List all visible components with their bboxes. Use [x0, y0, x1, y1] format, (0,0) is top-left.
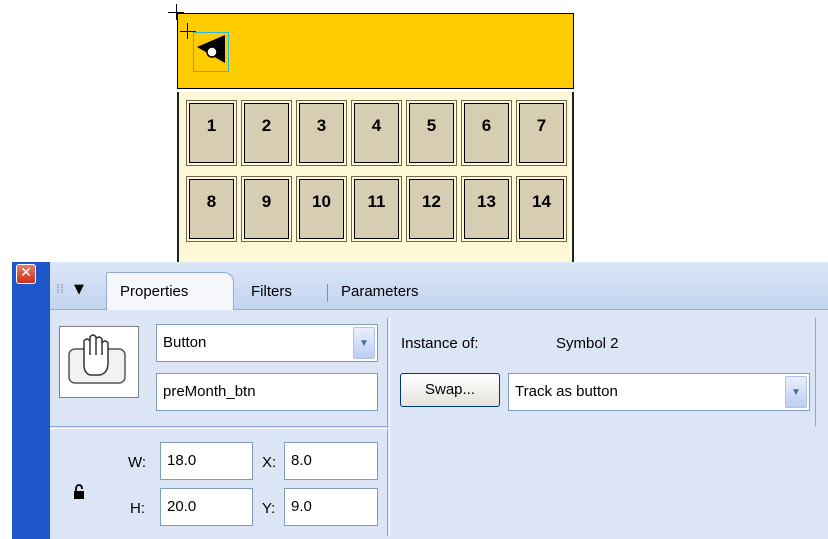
height-value: 20.0 — [167, 498, 197, 515]
instance-of-value: Symbol 2 — [556, 335, 619, 352]
day-cell[interactable]: 11 — [351, 176, 402, 242]
section-divider — [387, 318, 388, 536]
width-value: 18.0 — [167, 452, 197, 469]
instance-of-label: Instance of: — [401, 335, 479, 352]
day-cell[interactable]: 10 — [296, 176, 347, 242]
y-value: 9.0 — [291, 498, 312, 515]
calendar-header-bar[interactable] — [177, 13, 574, 89]
chevron-down-icon[interactable]: ▼ — [353, 327, 375, 359]
button-symbol-icon — [68, 334, 126, 384]
chevron-down-icon[interactable]: ▼ — [785, 376, 807, 408]
width-field[interactable]: 18.0 — [160, 442, 253, 480]
height-label: H: — [130, 500, 145, 517]
day-cell[interactable]: 3 — [296, 100, 347, 166]
symbol-behavior-value: Button — [163, 334, 207, 351]
x-label: X: — [262, 454, 277, 471]
day-cell[interactable]: 7 — [516, 100, 567, 166]
panel-side-strip — [12, 262, 50, 539]
grip-icon[interactable]: ⁞⁞ — [56, 282, 64, 297]
day-cell[interactable]: 12 — [406, 176, 457, 242]
height-field[interactable]: 20.0 — [160, 488, 253, 526]
panel-menu-icon[interactable]: ▼ — [74, 282, 84, 297]
day-cell[interactable]: 8 — [186, 176, 237, 242]
tab-filters[interactable]: Filters — [251, 283, 292, 300]
day-cell[interactable]: 5 — [406, 100, 457, 166]
tab-parameters[interactable]: Parameters — [341, 283, 419, 300]
section-divider — [50, 426, 388, 427]
section-divider — [50, 428, 388, 429]
day-cell[interactable]: 4 — [351, 100, 402, 166]
tab-properties[interactable]: Properties — [120, 283, 188, 300]
y-label: Y: — [262, 500, 276, 517]
x-field[interactable]: 8.0 — [284, 442, 378, 480]
section-divider — [389, 318, 390, 536]
tab-separator — [327, 284, 328, 302]
close-icon[interactable]: ✕ — [16, 264, 36, 284]
day-cell[interactable]: 1 — [186, 100, 237, 166]
width-label: W: — [128, 454, 147, 471]
previous-month-icon — [197, 35, 225, 63]
section-divider — [815, 318, 816, 426]
stage: 1 2 3 4 5 6 7 8 9 10 11 12 13 14 — [0, 0, 828, 268]
lock-icon[interactable] — [73, 484, 85, 504]
tracking-value: Track as button — [515, 383, 618, 400]
day-cell[interactable]: 2 — [241, 100, 292, 166]
premonth-button[interactable] — [193, 32, 229, 72]
day-cell[interactable]: 9 — [241, 176, 292, 242]
day-cell[interactable]: 13 — [461, 176, 512, 242]
day-cell[interactable]: 6 — [461, 100, 512, 166]
y-field[interactable]: 9.0 — [284, 488, 378, 526]
swap-button[interactable]: Swap... — [400, 373, 500, 407]
transform-point-icon — [180, 31, 196, 32]
day-cell[interactable]: 14 — [516, 176, 567, 242]
symbol-thumbnail — [59, 326, 139, 398]
instance-name-value: preMonth_btn — [163, 383, 256, 400]
symbol-behavior-select[interactable]: Button ▼ — [156, 324, 378, 362]
x-value: 8.0 — [291, 452, 312, 469]
instance-name-field[interactable]: preMonth_btn — [156, 373, 378, 411]
tracking-select[interactable]: Track as button ▼ — [508, 373, 810, 411]
